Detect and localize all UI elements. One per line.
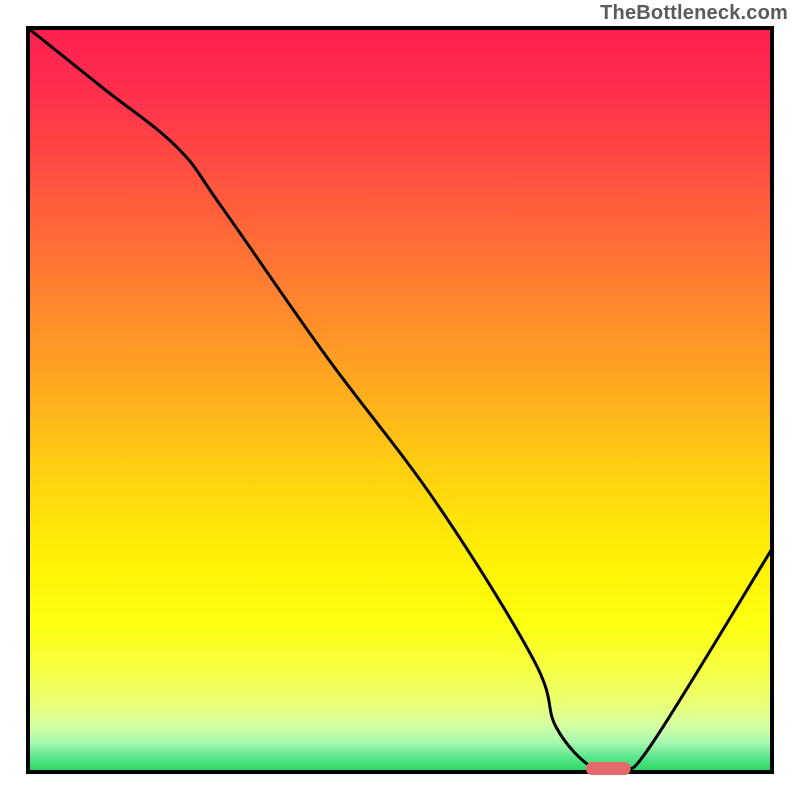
bottleneck-chart [0,0,800,800]
optimum-marker [586,762,631,775]
chart-container: TheBottleneck.com [0,0,800,800]
watermark-text: TheBottleneck.com [600,2,788,25]
plot-background [28,28,772,772]
